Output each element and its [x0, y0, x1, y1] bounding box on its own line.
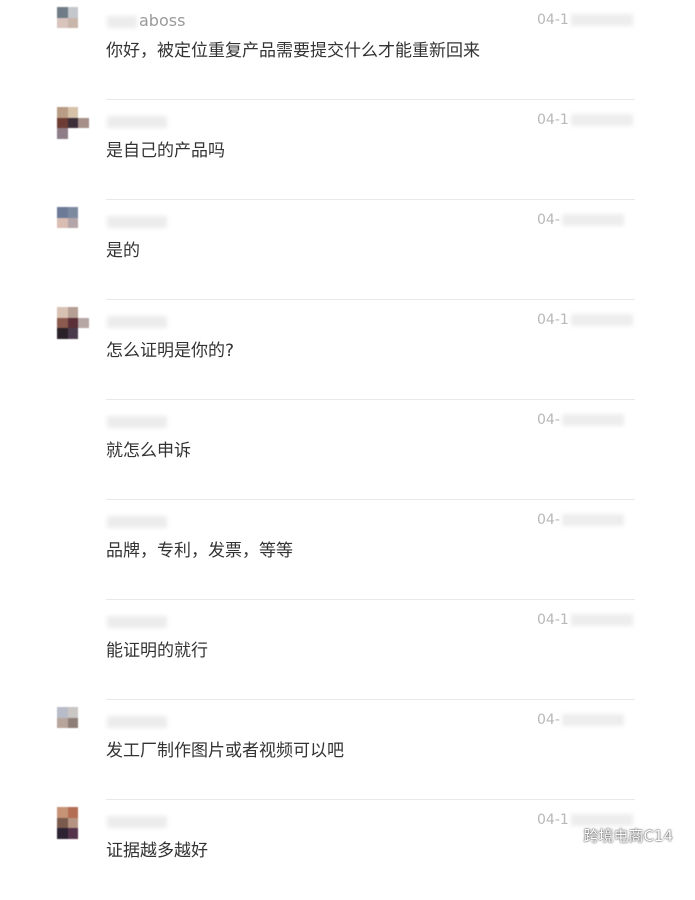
username[interactable]: aboss	[107, 12, 187, 30]
avatar[interactable]	[57, 7, 89, 39]
timestamp: 04-	[537, 712, 624, 728]
username[interactable]	[107, 412, 187, 430]
comment-item: 04-1 怎么证明是你的?	[0, 300, 695, 400]
comment-text: 就怎么申诉	[106, 441, 191, 461]
username[interactable]	[107, 212, 187, 230]
username[interactable]	[107, 712, 187, 730]
timestamp: 04-1	[537, 112, 633, 128]
comment-text: 能证明的就行	[106, 641, 208, 661]
comment-text: 是的	[106, 241, 140, 261]
timestamp: 04-	[537, 512, 624, 528]
comment-text: 是自己的产品吗	[106, 141, 225, 161]
comment-text: 品牌，专利，发票，等等	[106, 541, 293, 561]
comment-item: 04- 品牌，专利，发票，等等	[0, 500, 695, 600]
comment-item: 04-1 是自己的产品吗	[0, 100, 695, 200]
timestamp: 04-1	[537, 312, 633, 328]
avatar[interactable]	[57, 707, 89, 739]
comment-item: 04- 发工厂制作图片或者视频可以吧	[0, 700, 695, 800]
username[interactable]	[107, 112, 187, 130]
comment-text: 证据越多越好	[106, 841, 208, 861]
timestamp: 04-1	[537, 612, 633, 628]
username[interactable]	[107, 612, 187, 630]
comment-item: 04- 就怎么申诉	[0, 400, 695, 500]
wechat-icon	[555, 827, 577, 844]
username[interactable]	[107, 312, 187, 330]
timestamp: 04-	[537, 412, 624, 428]
comment-item: 04- 是的	[0, 200, 695, 300]
comment-text: 怎么证明是你的?	[106, 341, 235, 361]
comment-thread: aboss 04-1 你好，被定位重复产品需要提交什么才能重新回来 04-1 是自己的产…	[0, 0, 695, 900]
avatar[interactable]	[57, 207, 89, 239]
timestamp: 04-1	[537, 12, 633, 28]
comment-item: 04-1 能证明的就行	[0, 600, 695, 700]
timestamp: 04-	[537, 212, 624, 228]
comment-item: 04-1 证据越多越好	[0, 800, 695, 900]
username[interactable]	[107, 512, 187, 530]
comment-text: 你好，被定位重复产品需要提交什么才能重新回来	[106, 41, 480, 61]
comment-item: aboss 04-1 你好，被定位重复产品需要提交什么才能重新回来	[0, 0, 695, 100]
avatar[interactable]	[57, 307, 89, 339]
comment-text: 发工厂制作图片或者视频可以吧	[106, 741, 344, 761]
username[interactable]	[107, 812, 187, 830]
watermark: 跨境电商C14	[555, 825, 673, 846]
watermark-text: 跨境电商C14	[583, 827, 673, 845]
avatar[interactable]	[57, 107, 89, 139]
avatar[interactable]	[57, 807, 89, 839]
